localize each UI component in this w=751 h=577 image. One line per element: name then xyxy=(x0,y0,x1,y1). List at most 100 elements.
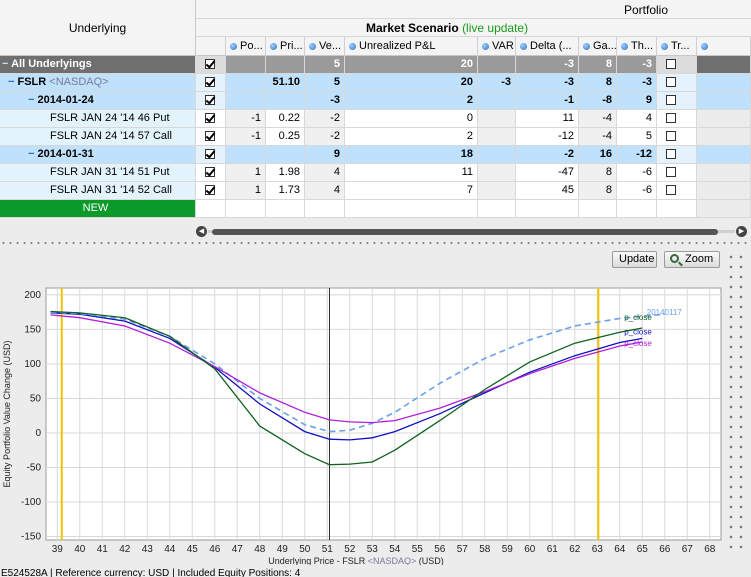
theta-cell: 9 xyxy=(617,92,657,110)
portfolio-value-chart: 39 40 41 42 43 44 45 46 47 48 49 50 51 52 53 54 55 56 57 58… xyxy=(2,287,722,565)
x-axis-label: Underlying Price - FSLR <NASDAQ> (USD) xyxy=(268,556,444,565)
delta-cell: -3 xyxy=(516,74,579,92)
trade-checkbox[interactable] xyxy=(666,131,676,141)
trade-checkbox[interactable] xyxy=(666,59,676,69)
position-row[interactable]: FSLR JAN 24 '14 46 Put -1 0.22 -2 0 11 -4 4 xyxy=(0,110,751,128)
header-filler xyxy=(697,37,751,56)
vega-cell: 5 xyxy=(305,74,345,92)
trade-checkbox[interactable] xyxy=(666,167,676,177)
trade-checkbox[interactable] xyxy=(666,77,676,87)
trade-checkbox[interactable] xyxy=(666,185,676,195)
row-name-cell[interactable]: − All Underlyings xyxy=(0,56,196,74)
x-tick-label: 59 xyxy=(502,544,514,555)
position-cell xyxy=(226,200,266,218)
exchange-label: <NASDAQ> xyxy=(49,76,109,88)
trade-checkbox[interactable] xyxy=(666,149,676,159)
row-filler xyxy=(697,56,751,74)
row-name-cell[interactable]: − 2014-01-24 xyxy=(0,92,196,110)
scroll-thumb[interactable] xyxy=(212,229,718,235)
row-filler xyxy=(697,110,751,128)
row-name-label: 2014-01-31 xyxy=(37,148,94,160)
expiry-group-row[interactable]: − 2014-01-31 9 18 -2 16 -12 xyxy=(0,146,751,164)
gamma-cell xyxy=(579,200,617,218)
row-name-cell[interactable]: FSLR JAN 31 '14 52 Call xyxy=(0,182,196,200)
include-checkbox[interactable] xyxy=(205,149,215,159)
gamma-cell: 8 xyxy=(579,182,617,200)
trade-cell xyxy=(657,74,697,92)
x-tick-label: 45 xyxy=(187,544,199,555)
unrealized-pnl-column-header[interactable]: Unrealized P&L xyxy=(345,37,478,56)
position-row[interactable]: FSLR JAN 31 '14 51 Put 1 1.98 4 11 -47 8 -6 xyxy=(0,164,751,182)
x-tick-label: 60 xyxy=(524,544,536,555)
new-row[interactable]: NEW xyxy=(0,200,751,218)
row-name-cell[interactable]: FSLR JAN 31 '14 51 Put xyxy=(0,164,196,182)
expiry-group-row[interactable]: − 2014-01-24 -3 2 -1 -8 9 xyxy=(0,92,751,110)
row-name-label: NEW xyxy=(82,202,109,214)
delta-column-header[interactable]: Delta (... xyxy=(516,37,579,56)
row-name-cell[interactable]: FSLR JAN 24 '14 57 Call xyxy=(0,128,196,146)
collapse-icon[interactable]: − xyxy=(2,58,11,70)
theta-cell: 5 xyxy=(617,128,657,146)
market-scenario-header: Market Scenario (live update) xyxy=(196,19,751,37)
gamma-column-header[interactable]: Ga... xyxy=(579,37,617,56)
underlying-column-header[interactable]: Underlying xyxy=(0,0,196,56)
y-tick-label: -50 xyxy=(27,463,42,474)
sort-dot-icon xyxy=(621,42,628,50)
row-name-cell[interactable]: − 2014-01-31 xyxy=(0,146,196,164)
x-tick-label: 52 xyxy=(344,544,356,555)
row-name-label: 2014-01-24 xyxy=(37,94,94,106)
series-end-label: p_close xyxy=(624,313,652,322)
delta-cell: -12 xyxy=(516,128,579,146)
vega-cell: 5 xyxy=(305,56,345,74)
var-column-header[interactable]: VAR xyxy=(478,37,516,56)
position-cell: -1 xyxy=(226,110,266,128)
delta-cell xyxy=(516,200,579,218)
vega-column-header[interactable]: Ve... xyxy=(305,37,345,56)
all-underlyings-row[interactable]: − All Underlyings 5 20 -3 8 -3 xyxy=(0,56,751,74)
column-header-label: Th... xyxy=(631,40,654,52)
include-checkbox[interactable] xyxy=(205,77,215,87)
trade-cell xyxy=(657,128,697,146)
include-column-header[interactable] xyxy=(196,37,226,56)
x-tick-label: 53 xyxy=(367,544,379,555)
position-row[interactable]: FSLR JAN 24 '14 57 Call -1 0.25 -2 2 -12 -4 5 xyxy=(0,128,751,146)
delta-cell: 45 xyxy=(516,182,579,200)
position-cell: -1 xyxy=(226,128,266,146)
zoom-button[interactable]: Zoom xyxy=(664,251,720,268)
symbol-row[interactable]: − FSLR <NASDAQ> 51.10 5 20 -3 -3 8 -3 xyxy=(0,74,751,92)
scroll-left-icon[interactable]: ◀ xyxy=(196,226,207,237)
position-row[interactable]: FSLR JAN 31 '14 52 Call 1 1.73 4 7 45 8 -6 xyxy=(0,182,751,200)
position-column-header[interactable]: Po... xyxy=(226,37,266,56)
trade-checkbox[interactable] xyxy=(666,95,676,105)
var-cell xyxy=(478,56,516,74)
column-header-label: Unrealized P&L xyxy=(359,40,436,52)
row-name-cell[interactable]: − FSLR <NASDAQ> xyxy=(0,74,196,92)
row-name-cell[interactable]: NEW xyxy=(0,200,196,218)
row-filler xyxy=(697,74,751,92)
portfolio-header: Portfolio xyxy=(196,0,751,19)
position-cell: 1 xyxy=(226,182,266,200)
include-checkbox[interactable] xyxy=(205,167,215,177)
include-checkbox[interactable] xyxy=(205,113,215,123)
price-cell xyxy=(266,146,305,164)
row-name-label: FSLR JAN 31 '14 52 Call xyxy=(50,184,172,196)
include-checkbox[interactable] xyxy=(205,59,215,69)
update-button[interactable]: Update xyxy=(612,251,657,268)
panel-splitter[interactable] xyxy=(0,240,751,246)
include-checkbox[interactable] xyxy=(205,185,215,195)
trade-column-header[interactable]: Tr... xyxy=(657,37,697,56)
horizontal-scrollbar[interactable]: ◀ ▶ xyxy=(196,225,747,238)
price-column-header[interactable]: Pri... xyxy=(266,37,305,56)
trade-cell xyxy=(657,200,697,218)
y-tick-label: 150 xyxy=(24,324,41,335)
zoom-label: Zoom xyxy=(685,253,714,265)
trade-checkbox[interactable] xyxy=(666,113,676,123)
include-checkbox[interactable] xyxy=(205,131,215,141)
x-tick-label: 56 xyxy=(434,544,446,555)
scroll-right-icon[interactable]: ▶ xyxy=(736,226,747,237)
theta-column-header[interactable]: Th... xyxy=(617,37,657,56)
include-checkbox[interactable] xyxy=(205,95,215,105)
row-name-cell[interactable]: FSLR JAN 24 '14 46 Put xyxy=(0,110,196,128)
x-tick-label: 65 xyxy=(637,544,649,555)
x-tick-label: 67 xyxy=(682,544,694,555)
